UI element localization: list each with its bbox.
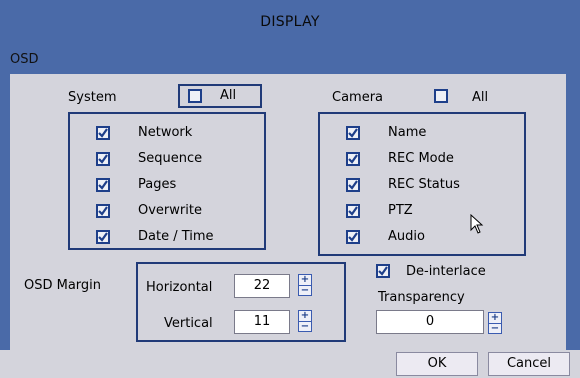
system-item-label: Sequence	[138, 151, 203, 166]
horizontal-label: Horizontal	[146, 280, 213, 295]
system-label: System	[68, 90, 117, 105]
system-item-label: Date / Time	[138, 229, 214, 244]
osd-section-label: OSD	[10, 52, 39, 67]
vertical-input[interactable]: 11	[234, 310, 290, 334]
camera-item-checkbox[interactable]	[346, 152, 360, 166]
deinterlace-checkbox[interactable]	[376, 264, 390, 278]
system-item-label: Overwrite	[138, 203, 202, 218]
minus-icon[interactable]: −	[489, 323, 501, 334]
cancel-button[interactable]: Cancel	[488, 352, 570, 376]
camera-item-label: PTZ	[388, 203, 413, 218]
system-item-checkbox[interactable]	[96, 152, 110, 166]
camera-item-checkbox[interactable]	[346, 178, 360, 192]
camera-item-checkbox[interactable]	[346, 230, 360, 244]
button-bar: OK Cancel	[0, 350, 580, 378]
system-item-label: Network	[138, 125, 193, 140]
checkmark-icon	[346, 126, 360, 140]
camera-all-label: All	[472, 90, 489, 105]
transparency-input[interactable]: 0	[376, 310, 484, 334]
checkmark-icon	[376, 264, 390, 278]
mouse-pointer-icon	[470, 214, 484, 234]
camera-item-label: Name	[388, 125, 427, 140]
checkmark-icon	[96, 126, 110, 140]
checkmark-icon	[96, 204, 110, 218]
checkmark-icon	[96, 230, 110, 244]
horizontal-input[interactable]: 22	[234, 274, 290, 298]
checkmark-icon	[346, 230, 360, 244]
osd-panel: System All Camera All Network Sequence Pag…	[10, 74, 566, 350]
transparency-stepper[interactable]: + −	[488, 312, 502, 334]
system-all-toggle[interactable]: All	[178, 84, 262, 108]
checkmark-icon	[346, 204, 360, 218]
vertical-label: Vertical	[164, 316, 213, 331]
transparency-label: Transparency	[378, 290, 465, 305]
system-item-checkbox[interactable]	[96, 204, 110, 218]
system-all-checkbox[interactable]	[188, 89, 202, 103]
camera-item-label: Audio	[388, 229, 425, 244]
display-dialog: DISPLAY OSD System All Camera All Networ…	[0, 0, 580, 378]
camera-items-box: Name REC Mode REC Status PTZ Audio	[318, 112, 526, 256]
camera-label: Camera	[332, 90, 384, 105]
system-items-box: Network Sequence Pages Overwrite Date / Time	[68, 112, 266, 250]
minus-icon[interactable]: −	[299, 321, 311, 332]
dialog-title: DISPLAY	[260, 14, 320, 30]
system-item-label: Pages	[138, 177, 177, 192]
checkmark-icon	[346, 178, 360, 192]
system-all-label: All	[220, 88, 237, 103]
osd-margin-box: Horizontal 22 + − Vertical 11 + −	[136, 262, 346, 342]
horizontal-stepper[interactable]: + −	[298, 274, 312, 296]
checkmark-icon	[96, 152, 110, 166]
system-item-checkbox[interactable]	[96, 178, 110, 192]
ok-button[interactable]: OK	[396, 352, 478, 376]
camera-item-label: REC Mode	[388, 151, 454, 166]
deinterlace-label: De-interlace	[406, 264, 486, 279]
osd-margin-label: OSD Margin	[24, 278, 102, 293]
camera-item-label: REC Status	[388, 177, 460, 192]
camera-item-checkbox[interactable]	[346, 126, 360, 140]
minus-icon[interactable]: −	[299, 285, 311, 296]
camera-all-checkbox[interactable]	[434, 89, 448, 103]
system-item-checkbox[interactable]	[96, 126, 110, 140]
plus-icon[interactable]: +	[299, 275, 311, 285]
camera-item-checkbox[interactable]	[346, 204, 360, 218]
vertical-stepper[interactable]: + −	[298, 310, 312, 332]
checkmark-icon	[96, 178, 110, 192]
plus-icon[interactable]: +	[489, 313, 501, 323]
checkmark-icon	[346, 152, 360, 166]
plus-icon[interactable]: +	[299, 311, 311, 321]
system-item-checkbox[interactable]	[96, 230, 110, 244]
